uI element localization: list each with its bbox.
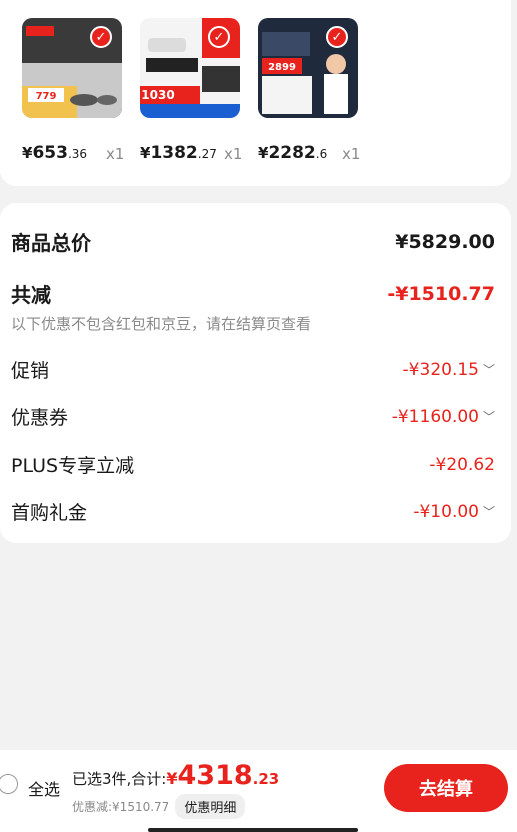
discount-row-first-purchase[interactable]: 首购礼金 -¥10.00 ﹀ [11,498,495,525]
discount-label: 优惠券 [11,407,69,429]
select-all-label[interactable]: 全选 [28,776,60,800]
discount-row-promotion[interactable]: 促销 -¥320.15 ﹀ [11,356,495,383]
total-reduce-label: 共减 [11,283,51,307]
discount-value: -¥10.00 [413,501,479,522]
product-price: ¥ 2282 .6 [258,143,398,163]
chevron-down-icon[interactable]: ﹀ [483,408,495,425]
home-indicator [148,828,358,832]
select-all-radio[interactable] [0,774,18,794]
price-decimal: .6 [315,147,328,161]
discount-note: 以下优惠不包含红包和京豆，请在结算页查看 [11,315,312,333]
checkout-bar: 全选 已选3件,合计: ¥ 4318 .23 优惠减:¥1510.77 优惠明细… [0,750,517,832]
discount-summary: 优惠减:¥1510.77 优惠明细 [72,794,246,819]
discount-value-wrap: -¥10.00 ﹀ [413,502,495,522]
total-price-label: 商品总价 [11,231,91,255]
discount-row-coupon[interactable]: 优惠券 -¥1160.00 ﹀ [11,403,495,430]
product-quantity: x1 [106,145,125,163]
total-integer: 4318 [177,760,253,791]
product-quantity: x1 [342,145,361,163]
price-summary-card: 商品总价 ¥5829.00 共减 -¥1510.77 以下优惠不包含红包和京豆，… [0,203,511,543]
discount-label: PLUS专享立减 [11,455,135,477]
checkout-button[interactable]: 去结算 [384,764,508,812]
checkbox-checked-icon[interactable]: ✓ [326,26,348,48]
price-decimal: .36 [67,147,88,161]
price-integer: 2282 [268,143,316,163]
price-decimal: .27 [197,147,217,161]
thumb-price-text: 779 [36,91,57,102]
currency-symbol: ¥ [258,144,269,162]
total-currency: ¥ [166,769,178,788]
thumb-price-text: 2899 [268,62,296,73]
thumb-price-text: 1030 [141,88,174,102]
discount-detail-button[interactable]: 优惠明细 [175,794,246,819]
checkbox-checked-icon[interactable]: ✓ [208,26,230,48]
selected-total-label: 已选3件,合计: [72,770,167,788]
currency-symbol: ¥ [140,144,151,162]
discount-value: -¥320.15 [402,359,479,380]
discount-value-wrap: -¥1160.00 ﹀ [392,407,495,427]
discount-value: -¥1160.00 [391,406,479,427]
discount-value: -¥20.62 [429,454,495,475]
total-decimal: .23 [252,770,280,788]
discount-value-wrap: -¥320.15 ﹀ [403,360,495,380]
total-price-value: ¥5829.00 [395,230,495,253]
products-card: 779 ✓ ¥ 653 .36 x1 1030 ✓ ¥ 1382 .27 x1 … [0,0,511,186]
currency-symbol: ¥ [22,144,33,162]
chevron-down-icon[interactable]: ﹀ [483,503,495,520]
discount-summary-text: 优惠减:¥1510.77 [72,800,170,814]
price-integer: 653 [32,143,68,163]
total-reduce-row: 共减 -¥1510.77 [11,279,495,308]
discount-row-plus: PLUS专享立减 -¥20.62 [11,451,495,478]
selected-total: 已选3件,合计: ¥ 4318 .23 [72,760,279,791]
discount-label: 首购礼金 [11,502,88,524]
total-reduce-value: -¥1510.77 [387,282,495,305]
product-quantity: x1 [224,145,243,163]
total-price-row: 商品总价 ¥5829.00 [11,227,495,256]
checkbox-checked-icon[interactable]: ✓ [90,26,112,48]
discount-label: 促销 [11,360,50,382]
chevron-down-icon[interactable]: ﹀ [483,361,495,378]
price-integer: 1382 [150,143,198,163]
